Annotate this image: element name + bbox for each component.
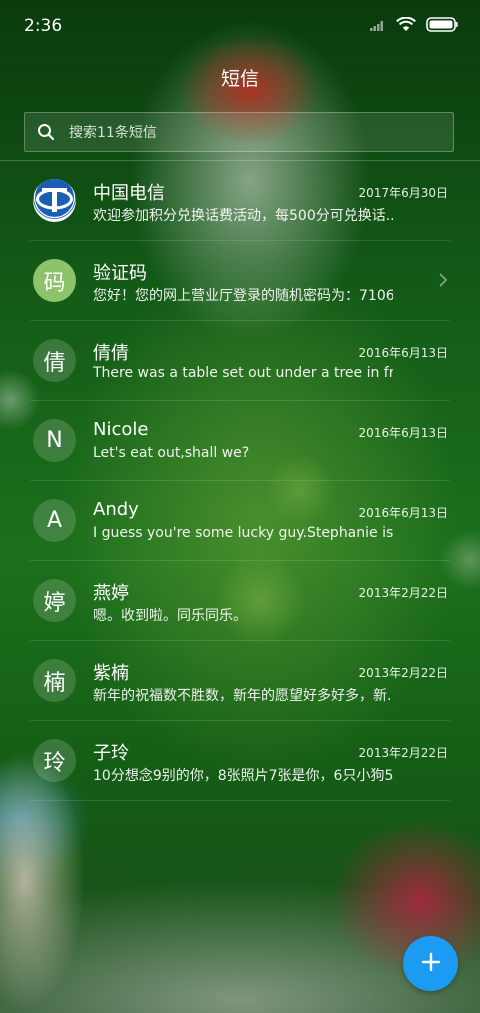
- status-time: 2:36: [24, 16, 63, 36]
- conversation-list: 中国电信 2017年6月30日 欢迎参加积分兑换话费活动，每500分可兑换话..…: [0, 161, 480, 801]
- conversation-item-china-telecom[interactable]: 中国电信 2017年6月30日 欢迎参加积分兑换话费活动，每500分可兑换话..…: [30, 161, 450, 241]
- message-preview: 欢迎参加积分兑换话费活动，每500分可兑换话...: [93, 208, 393, 224]
- conversation-item-ziling[interactable]: 玲 子玲 2013年2月22日 10分想念9别的你，8张照片7张是你，6只小狗5…: [30, 721, 450, 801]
- chevron-right-icon: [438, 272, 448, 288]
- conversation-item-yanting[interactable]: 婷 燕婷 2013年2月22日 嗯。收到啦。同乐同乐。: [30, 561, 450, 641]
- contact-name: 倩倩: [93, 343, 129, 364]
- message-date: 2013年2月22日: [358, 746, 448, 760]
- contact-name: 验证码: [93, 263, 147, 284]
- search-placeholder: 搜索11条短信: [69, 125, 157, 141]
- status-bar: 2:36: [0, 0, 480, 52]
- conversation-item-andy[interactable]: A Andy 2016年6月13日 I guess you're some lu…: [30, 481, 450, 561]
- message-preview: 10分想念9别的你，8张照片7张是你，6只小狗5...: [93, 768, 393, 784]
- contact-name: Andy: [93, 499, 139, 520]
- avatar: 码: [33, 259, 76, 302]
- contact-name: 中国电信: [93, 183, 165, 204]
- message-preview: 嗯。收到啦。同乐同乐。: [93, 608, 247, 624]
- message-date: 2016年6月13日: [358, 506, 448, 520]
- conversation-item-zinan[interactable]: 楠 紫楠 2013年2月22日 新年的祝福数不胜数，新年的愿望好多好多，新...: [30, 641, 450, 721]
- search-icon: [37, 123, 55, 141]
- contact-name: Nicole: [93, 419, 149, 440]
- conversation-item-nicole[interactable]: N Nicole 2016年6月13日 Let's eat out,shall …: [30, 401, 450, 481]
- message-date: 2016年6月13日: [358, 346, 448, 360]
- message-date: 2017年6月30日: [358, 186, 448, 200]
- search-bar[interactable]: 搜索11条短信: [24, 112, 454, 152]
- contact-name: 燕婷: [93, 583, 129, 604]
- message-date: 2013年2月22日: [358, 666, 448, 680]
- message-date: 2016年6月13日: [358, 426, 448, 440]
- message-preview: Let's eat out,shall we?: [93, 445, 250, 461]
- avatar: 婷: [33, 579, 76, 622]
- plus-icon: [421, 952, 441, 976]
- message-preview: There was a table set out under a tree i…: [93, 365, 393, 381]
- contact-name: 子玲: [93, 743, 129, 764]
- avatar: 玲: [33, 739, 76, 782]
- battery-icon: [426, 17, 458, 32]
- china-telecom-logo-icon: [33, 179, 76, 222]
- conversation-item-verification-code[interactable]: 码 验证码 您好！您的网上营业厅登录的随机密码为：7106...: [30, 241, 450, 321]
- message-preview: 您好！您的网上营业厅登录的随机密码为：7106...: [93, 288, 393, 304]
- compose-button[interactable]: [403, 936, 458, 991]
- wifi-icon: [396, 17, 416, 32]
- avatar: A: [33, 499, 76, 542]
- avatar: [33, 179, 76, 222]
- conversation-item-qianqian[interactable]: 倩 倩倩 2016年6月13日 There was a table set ou…: [30, 321, 450, 401]
- message-date: 2013年2月22日: [358, 586, 448, 600]
- status-icons: [370, 17, 458, 32]
- avatar: N: [33, 419, 76, 462]
- contact-name: 紫楠: [93, 663, 129, 684]
- message-preview: I guess you're some lucky guy.Stephanie …: [93, 525, 393, 541]
- message-preview: 新年的祝福数不胜数，新年的愿望好多好多，新...: [93, 688, 393, 704]
- page-title: 短信: [220, 68, 259, 90]
- avatar: 楠: [33, 659, 76, 702]
- avatar: 倩: [33, 339, 76, 382]
- signal-icon: [370, 19, 386, 31]
